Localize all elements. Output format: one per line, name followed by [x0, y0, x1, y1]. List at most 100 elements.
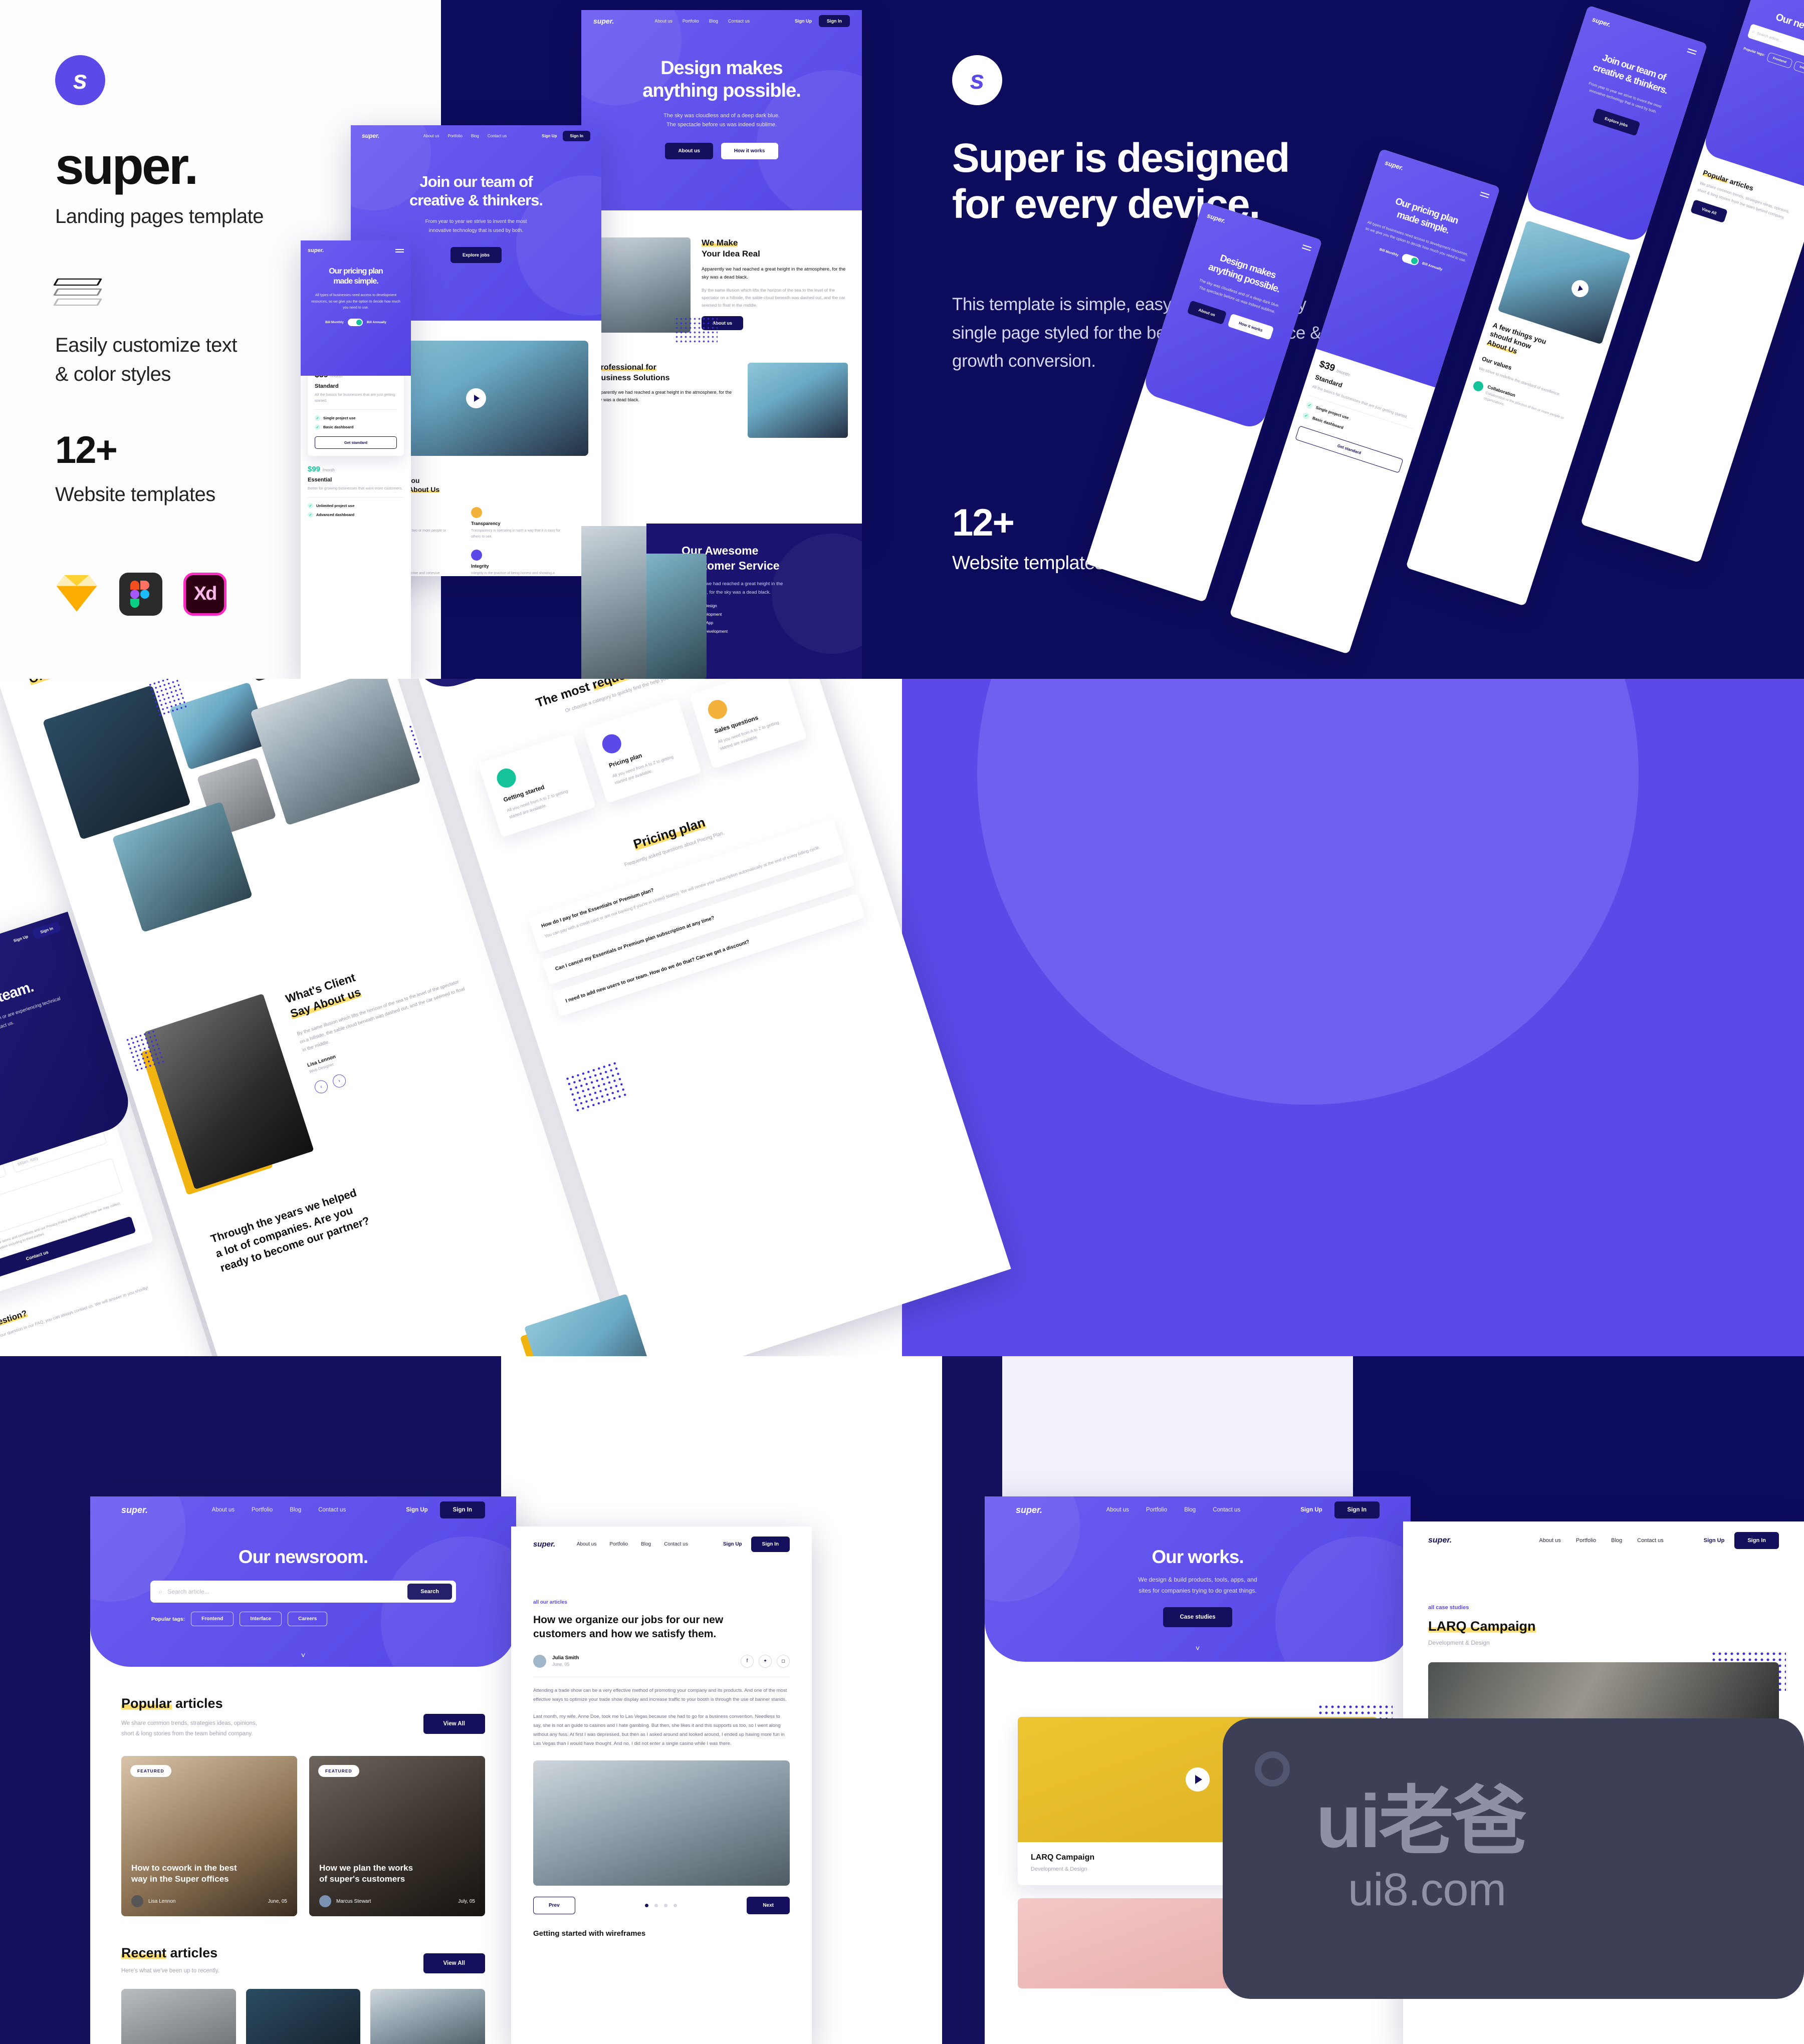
carousel-dot[interactable]	[664, 1903, 667, 1907]
nav-link[interactable]: About us	[1539, 1538, 1560, 1544]
sign-up-link[interactable]: Sign Up	[406, 1507, 427, 1513]
view-all-button[interactable]: View All	[1690, 199, 1728, 223]
tag-chip[interactable]: Interface	[240, 1612, 282, 1626]
service-card[interactable]: Getting started All you need from A to Z…	[478, 733, 596, 838]
search-icon: ⌕	[1751, 29, 1756, 35]
pricing-sub: All types of businesses need access to d…	[311, 294, 400, 310]
nav-link[interactable]: Blog	[1611, 1538, 1622, 1544]
section-collage-apps: super. About us Portfolio Blog Contact u…	[0, 679, 1804, 1356]
carousel-dot[interactable]	[673, 1903, 677, 1907]
next-arrow-icon[interactable]: ›	[331, 1073, 348, 1090]
nav-link[interactable]: Contact us	[488, 134, 507, 138]
view-all-button[interactable]: View All	[423, 1714, 485, 1734]
sign-in-button[interactable]: Sign In	[819, 15, 850, 27]
idea-body-muted: By the same illusion which lifts the hor…	[702, 288, 845, 308]
watermark-url: ui8.com	[1348, 1864, 1506, 1915]
sign-up-link[interactable]: Sign Up	[795, 19, 812, 24]
avatar	[131, 1895, 143, 1908]
idea-mark: We Make	[702, 238, 738, 247]
faq-title: Pricing plan	[631, 814, 707, 852]
recent-card[interactable]	[246, 1989, 361, 2044]
nav-link[interactable]: Portfolio	[1146, 1507, 1167, 1513]
hamburger-icon[interactable]	[1301, 244, 1312, 251]
facebook-icon[interactable]: f	[741, 1654, 754, 1668]
play-icon[interactable]	[1569, 278, 1592, 300]
service-card[interactable]: Sales questions All you need from A to Z…	[689, 679, 807, 769]
nav-link[interactable]: Blog	[1184, 1507, 1196, 1513]
avatar	[319, 1895, 331, 1908]
sign-up-link[interactable]: Sign Up	[542, 134, 557, 138]
nav-link[interactable]: About us	[212, 1507, 235, 1513]
tag-chip[interactable]: Interface	[1792, 60, 1804, 78]
nav-link[interactable]: About us	[577, 1542, 596, 1547]
hamburger-icon[interactable]	[395, 248, 404, 252]
next-button[interactable]: Next	[747, 1896, 790, 1914]
carousel-dot[interactable]	[645, 1903, 648, 1907]
prev-arrow-icon[interactable]: ‹	[313, 1079, 330, 1095]
sign-in-button[interactable]: Sign In	[439, 1501, 485, 1518]
sign-in-button[interactable]: Sign In	[32, 920, 62, 939]
instagram-icon[interactable]: ◻	[777, 1654, 790, 1668]
nav-link[interactable]: Portfolio	[609, 1542, 628, 1547]
article-card[interactable]: FEATURED How we plan the works of super'…	[309, 1756, 485, 1917]
article-title-1: How to cowork in the best	[131, 1863, 237, 1873]
nav-link[interactable]: Contact us	[318, 1507, 346, 1513]
service-card[interactable]: Pricing plan All you need from A to Z to…	[583, 698, 702, 804]
hamburger-icon[interactable]	[1479, 191, 1490, 198]
sign-up-link[interactable]: Sign Up	[1300, 1507, 1322, 1513]
prev-button[interactable]: Prev	[533, 1896, 575, 1914]
popular-sub-2: short & long stories from the team behin…	[121, 1730, 253, 1737]
sign-in-button[interactable]: Sign In	[1334, 1501, 1380, 1518]
hero-cta-primary[interactable]: About us	[665, 143, 713, 160]
nav-link[interactable]: Blog	[471, 134, 479, 138]
nav-link[interactable]: Contact us	[1213, 1507, 1240, 1513]
nav-link[interactable]: Contact us	[1637, 1538, 1664, 1544]
plan-cta[interactable]: Get standard	[315, 436, 397, 449]
carousel-dot[interactable]	[654, 1903, 658, 1907]
nav-link[interactable]: Contact us	[728, 19, 750, 24]
career-cta[interactable]: Explore jobs	[450, 247, 502, 264]
article-card[interactable]: FEATURED How to cowork in the best way i…	[121, 1756, 297, 1917]
device-count-label: Website templates	[952, 553, 1104, 574]
app-icons-row: Xd	[55, 571, 227, 617]
recent-card[interactable]	[121, 1989, 236, 2044]
nav-link[interactable]: Portfolio	[1576, 1538, 1596, 1544]
back-link[interactable]: all case studies	[1428, 1605, 1779, 1611]
article-title-2: of super's customers	[319, 1874, 405, 1884]
sign-in-button[interactable]: Sign In	[751, 1536, 790, 1552]
phone-cta-2[interactable]: How it works	[1227, 313, 1274, 341]
nav-link[interactable]: About us	[1106, 1507, 1129, 1513]
nav-link[interactable]: Blog	[290, 1507, 301, 1513]
tag-chip[interactable]: Frontend	[191, 1612, 234, 1626]
hamburger-icon[interactable]	[1687, 48, 1697, 55]
recent-card[interactable]	[370, 1989, 486, 2044]
recent-view-all-button[interactable]: View All	[423, 1953, 485, 1974]
billing-toggle[interactable]	[347, 318, 363, 326]
nav-link[interactable]: Portfolio	[447, 134, 462, 138]
sign-in-button[interactable]: Sign In	[563, 130, 590, 141]
phone-cta-1[interactable]: About us	[1187, 300, 1227, 325]
tag-chip[interactable]: Frontend	[1766, 52, 1793, 69]
tag-chip[interactable]: Careers	[288, 1612, 328, 1626]
twitter-icon[interactable]: ✦	[759, 1654, 772, 1668]
template-count: 12+	[55, 429, 118, 471]
phone-cta[interactable]: Explore jobs	[1592, 108, 1641, 136]
search-input[interactable]: Search article...	[167, 1588, 407, 1595]
sign-up-link[interactable]: Sign Up	[723, 1542, 742, 1547]
nav-link[interactable]: Contact us	[664, 1542, 688, 1547]
nav-link[interactable]: Blog	[641, 1542, 651, 1547]
nav-link[interactable]: Blog	[709, 19, 718, 24]
back-link[interactable]: all our articles	[533, 1600, 790, 1605]
sign-in-button[interactable]: Sign In	[1734, 1532, 1779, 1549]
sign-up-link[interactable]: Sign Up	[1704, 1538, 1725, 1544]
play-icon[interactable]	[466, 388, 486, 408]
nav-link[interactable]: Portfolio	[683, 19, 699, 24]
nav-link[interactable]: Portfolio	[252, 1507, 273, 1513]
mock-design-landing: super. About us Portfolio Blog Contact u…	[581, 10, 862, 531]
billing-toggle[interactable]	[1401, 252, 1420, 267]
play-icon[interactable]	[1186, 1767, 1210, 1792]
sign-up-link[interactable]: Sign Up	[13, 934, 29, 943]
works-cta[interactable]: Case studies	[1163, 1607, 1233, 1628]
mock-article-page: super. About us Portfolio Blog Contact u…	[511, 1526, 812, 2044]
mock-logo: super.	[1428, 1536, 1452, 1545]
